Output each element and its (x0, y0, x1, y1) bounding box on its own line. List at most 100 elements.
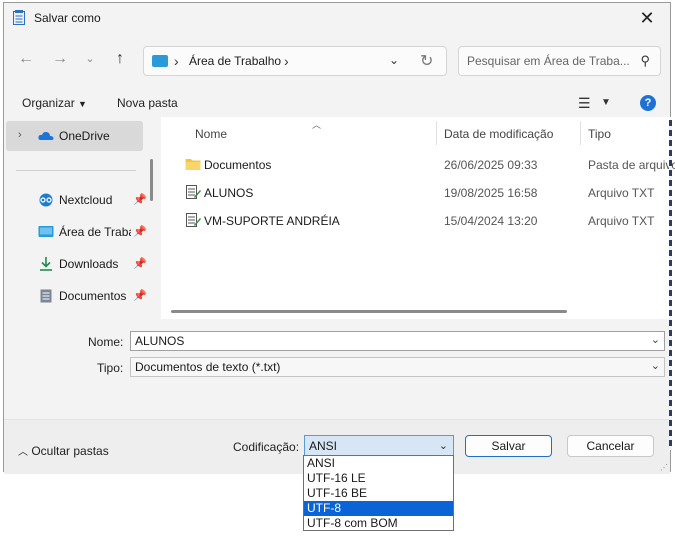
file-name-field[interactable]: ALUNOS ⌄ (130, 331, 665, 351)
cancel-button[interactable]: Cancelar (567, 435, 654, 457)
title-bar: Salvar como ✕ (4, 3, 670, 33)
search-input[interactable]: Pesquisar em Área de Traba... (467, 54, 630, 68)
search-icon[interactable]: ⚲ (640, 53, 650, 69)
encoding-option[interactable]: UTF-16 BE (304, 486, 453, 501)
close-button[interactable]: ✕ (624, 3, 670, 33)
hide-folders-label: Ocultar pastas (31, 444, 109, 458)
view-dropdown-icon[interactable]: ▼ (601, 97, 611, 108)
nav-item-onedrive[interactable]: OneDrive (38, 127, 156, 147)
pin-icon[interactable]: 📌 (133, 225, 147, 238)
cloud-icon (38, 131, 54, 140)
encoding-option[interactable]: ANSI (304, 456, 453, 471)
encoding-option-highlighted[interactable]: UTF-8 (304, 501, 453, 516)
encoding-value: ANSI (309, 439, 338, 453)
file-name: Documentos (204, 158, 272, 172)
toolbar: Organizar ▼ Nova pasta ☰ ▼ ? (4, 91, 670, 117)
breadcrumb-separator-icon[interactable]: › (284, 53, 289, 69)
column-header-name[interactable]: Nome (195, 127, 227, 141)
file-type: Arquivo TXT (588, 186, 655, 200)
file-type: Pasta de arquivos (588, 158, 675, 172)
chevron-down-icon[interactable]: ⌄ (439, 439, 448, 452)
nav-item-nextcloud[interactable]: Nextcloud 📌 (38, 191, 156, 211)
file-type-label: Tipo: (97, 361, 124, 375)
encoding-option[interactable]: UTF-16 LE (304, 471, 453, 486)
address-dropdown-icon[interactable]: ⌄ (389, 53, 399, 67)
chevron-up-icon: ︿ (18, 447, 28, 458)
file-name-label: Nome: (88, 335, 124, 349)
desktop-icon (38, 226, 54, 237)
nav-item-label: Área de Trabalho (59, 225, 131, 239)
window-title: Salvar como (34, 11, 101, 25)
chevron-down-icon[interactable]: ⌄ (651, 359, 660, 372)
nav-item-label: Downloads (59, 257, 119, 271)
file-list: ︿ Nome Data de modificação Tipo Document… (161, 117, 675, 319)
close-icon: ✕ (639, 8, 655, 28)
nav-item-label: Documentos (59, 289, 127, 303)
view-options-icon[interactable]: ☰ (578, 95, 591, 112)
notepad-icon (13, 10, 25, 25)
file-row[interactable]: Documentos 26/06/2025 09:33 Pasta de arq… (161, 153, 675, 177)
search-box[interactable]: Pesquisar em Área de Traba... ⚲ (458, 46, 661, 76)
file-type-value: Documentos de texto (*.txt) (135, 360, 281, 374)
sort-ascending-icon: ︿ (312, 120, 322, 130)
pin-icon[interactable]: 📌 (133, 289, 147, 302)
document-icon (40, 289, 52, 303)
back-arrow-icon[interactable]: ← (16, 49, 36, 69)
nav-item-documents[interactable]: Documentos 📌 (38, 287, 156, 307)
file-type-select[interactable]: Documentos de texto (*.txt) ⌄ (130, 357, 665, 377)
up-arrow-icon[interactable]: ↑ (110, 49, 130, 69)
column-header-date[interactable]: Data de modificação (444, 127, 553, 141)
chevron-down-icon[interactable]: ⌄ (651, 333, 660, 346)
file-type: Arquivo TXT (588, 214, 655, 228)
navigation-pane: › OneDrive Nextcloud 📌 Área de Trabalho … (4, 119, 160, 319)
nextcloud-icon (39, 193, 53, 207)
resize-grip-icon[interactable]: ⋰ (660, 463, 668, 472)
organize-label: Organizar (22, 96, 75, 110)
nav-item-downloads[interactable]: Downloads 📌 (38, 255, 156, 275)
pin-icon[interactable]: 📌 (133, 257, 147, 270)
forward-arrow-icon[interactable]: → (50, 49, 70, 69)
column-header-type[interactable]: Tipo (588, 127, 611, 141)
new-folder-button[interactable]: Nova pasta (117, 96, 178, 110)
file-name: VM-SUPORTE ANDRÉIA (204, 214, 340, 228)
file-date: 26/06/2025 09:33 (444, 158, 538, 172)
refresh-icon[interactable]: ↻ (420, 51, 433, 71)
organize-button[interactable]: Organizar ▼ (22, 96, 87, 110)
navigation-row: ← → ⌄ ↑ › Área de Trabalho › ⌄ ↻ Pesquis… (4, 41, 670, 77)
encoding-select[interactable]: ANSI ⌄ (304, 435, 454, 457)
nav-item-desktop[interactable]: Área de Trabalho 📌 (38, 223, 156, 243)
download-icon (40, 257, 52, 271)
nav-item-label: OneDrive (59, 129, 110, 143)
column-divider[interactable] (436, 121, 437, 145)
breadcrumb-location[interactable]: Área de Trabalho (189, 54, 281, 68)
pin-icon[interactable]: 📌 (133, 193, 147, 206)
expand-chevron-icon[interactable]: › (18, 129, 22, 141)
text-file-icon (186, 185, 201, 199)
encoding-dropdown-list[interactable]: ANSI UTF-16 LE UTF-16 BE UTF-8 UTF-8 com… (303, 455, 454, 531)
file-date: 15/04/2024 13:20 (444, 214, 538, 228)
save-as-dialog: Salvar como ✕ ← → ⌄ ↑ › Área de Trabalho… (3, 2, 675, 474)
file-row[interactable]: ALUNOS 19/08/2025 16:58 Arquivo TXT (161, 181, 672, 205)
horizontal-scrollbar[interactable] (171, 310, 567, 313)
dropdown-triangle-icon: ▼ (78, 99, 87, 109)
nav-divider (16, 170, 136, 171)
encoding-label: Codificação: (233, 440, 300, 454)
encoding-option[interactable]: UTF-8 com BOM (304, 516, 453, 531)
column-divider[interactable] (580, 121, 581, 145)
hide-folders-button[interactable]: ︿ Ocultar pastas (18, 443, 109, 458)
save-button[interactable]: Salvar (465, 435, 552, 457)
breadcrumb-separator-icon: › (174, 53, 179, 69)
address-bar[interactable]: › Área de Trabalho › ⌄ ↻ (143, 46, 447, 76)
file-row[interactable]: VM-SUPORTE ANDRÉIA 15/04/2024 13:20 Arqu… (161, 209, 672, 233)
file-date: 19/08/2025 16:58 (444, 186, 538, 200)
file-name: ALUNOS (204, 186, 254, 200)
file-name-value: ALUNOS (135, 334, 185, 348)
nav-item-label: Nextcloud (59, 193, 113, 207)
help-icon[interactable]: ? (640, 95, 656, 111)
folder-icon (185, 159, 201, 170)
text-file-icon (186, 213, 201, 227)
desktop-icon (152, 55, 168, 67)
background-window-edge (669, 120, 672, 450)
save-form: Nome: ALUNOS ⌄ Tipo: Documentos de texto… (4, 319, 670, 419)
recent-locations-chevron-icon[interactable]: ⌄ (80, 49, 100, 69)
